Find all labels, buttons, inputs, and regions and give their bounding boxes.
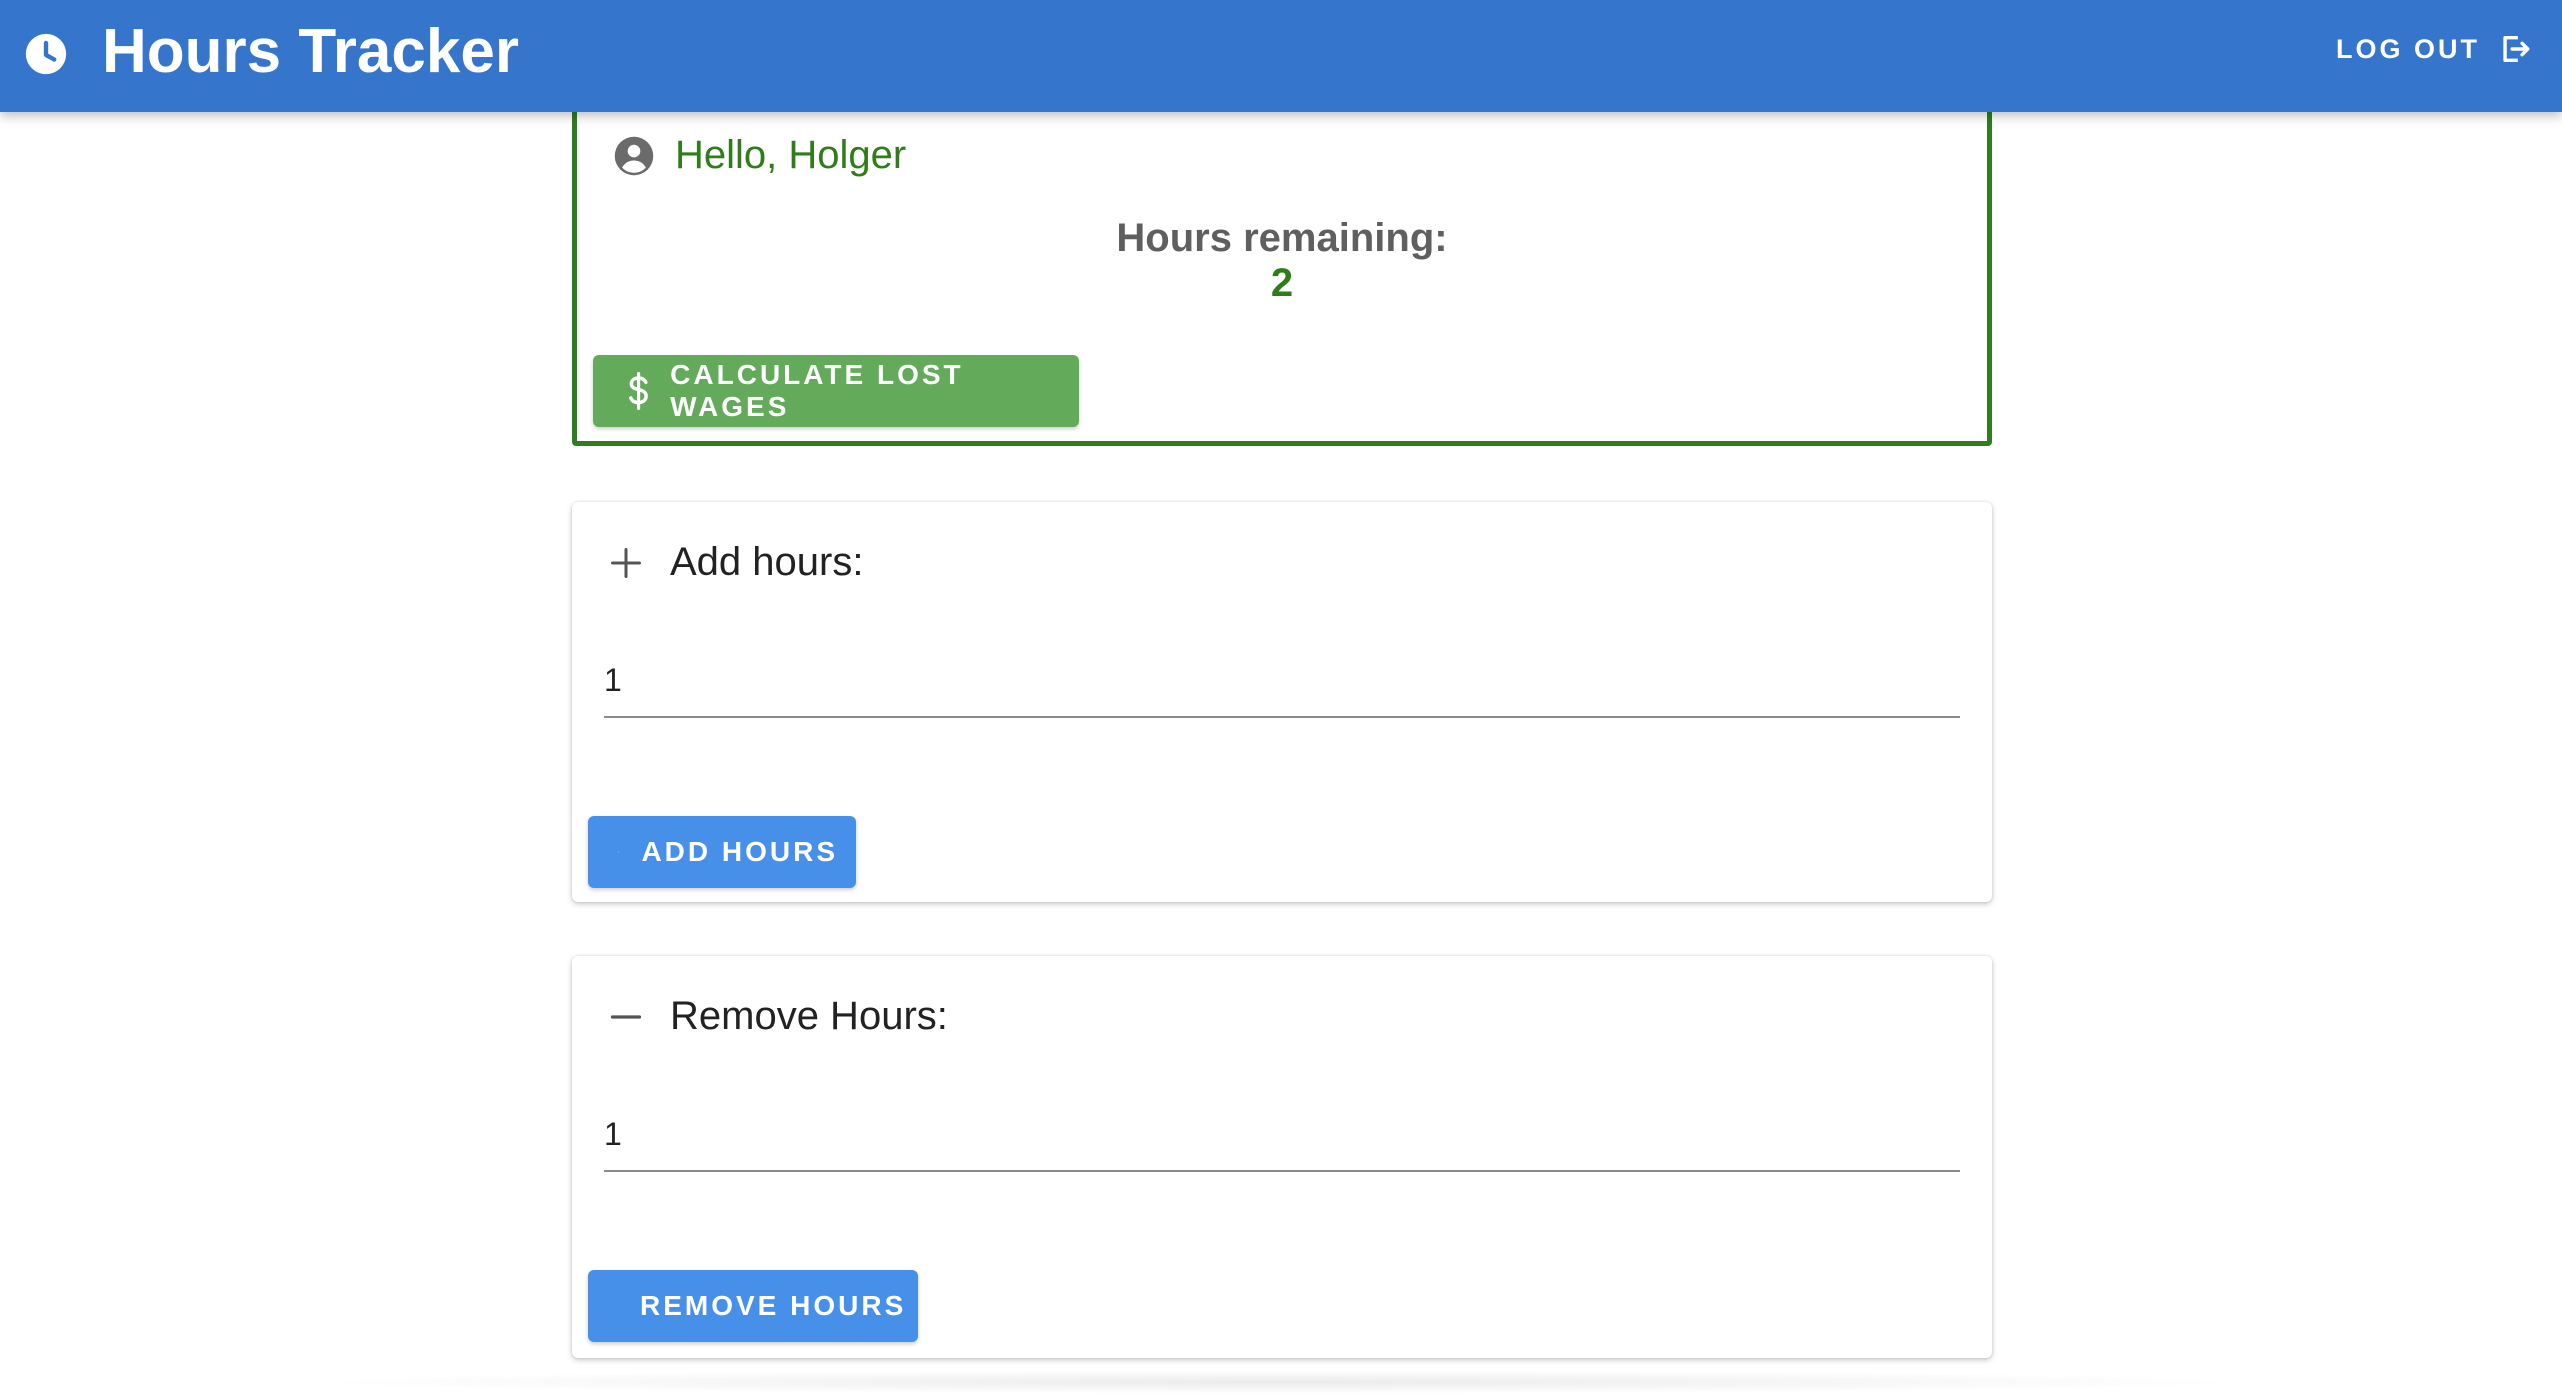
calculate-lost-wages-label: CALCULATE LOST WAGES	[670, 359, 964, 422]
hours-remaining: Hours remaining: 2	[577, 215, 1987, 305]
add-hours-header: Add hours:	[608, 540, 863, 585]
add-hours-card: Add hours: ADD HOURS	[572, 502, 1992, 902]
plus-icon	[618, 851, 620, 853]
remove-hours-input[interactable]	[604, 1106, 1960, 1172]
add-hours-title: Add hours:	[670, 540, 864, 584]
bottom-shadow	[300, 1370, 2260, 1394]
hours-remaining-value: 2	[1270, 261, 1294, 305]
app-title: Hours Tracker	[102, 17, 519, 86]
plus-icon	[611, 547, 641, 578]
remove-hours-header: Remove Hours:	[608, 994, 948, 1039]
hours-remaining-label: Hours remaining:	[1116, 216, 1448, 260]
logout-label: LOG OUT	[2336, 33, 2480, 64]
add-hours-button[interactable]: ADD HOURS	[588, 816, 856, 888]
remove-hours-title: Remove Hours:	[670, 994, 948, 1038]
greeting-text: Hello, Holger	[675, 133, 907, 177]
app-bar: Hours Tracker LOG OUT	[0, 0, 2562, 112]
remove-hours-button[interactable]: REMOVE HOURS	[588, 1270, 918, 1342]
remove-hours-card: Remove Hours: REMOVE HOURS	[572, 956, 1992, 1358]
remove-hours-button-label: REMOVE HOURS	[640, 1290, 907, 1321]
logout-icon	[2503, 35, 2530, 63]
add-hours-input[interactable]	[604, 652, 1960, 718]
greeting-row: Hello, Holger	[613, 133, 906, 178]
clock-icon	[25, 33, 67, 75]
calculate-lost-wages-button[interactable]: CALCULATE LOST WAGES	[593, 355, 1079, 427]
add-hours-button-label: ADD HOURS	[641, 836, 838, 867]
logout-button[interactable]: LOG OUT	[2336, 24, 2532, 74]
minus-icon	[610, 1014, 642, 1019]
greeting-card: Hello, Holger Hours remaining: 2 CALCULA…	[572, 100, 1992, 446]
account-circle-icon	[614, 136, 654, 175]
dollar-icon	[629, 372, 648, 410]
